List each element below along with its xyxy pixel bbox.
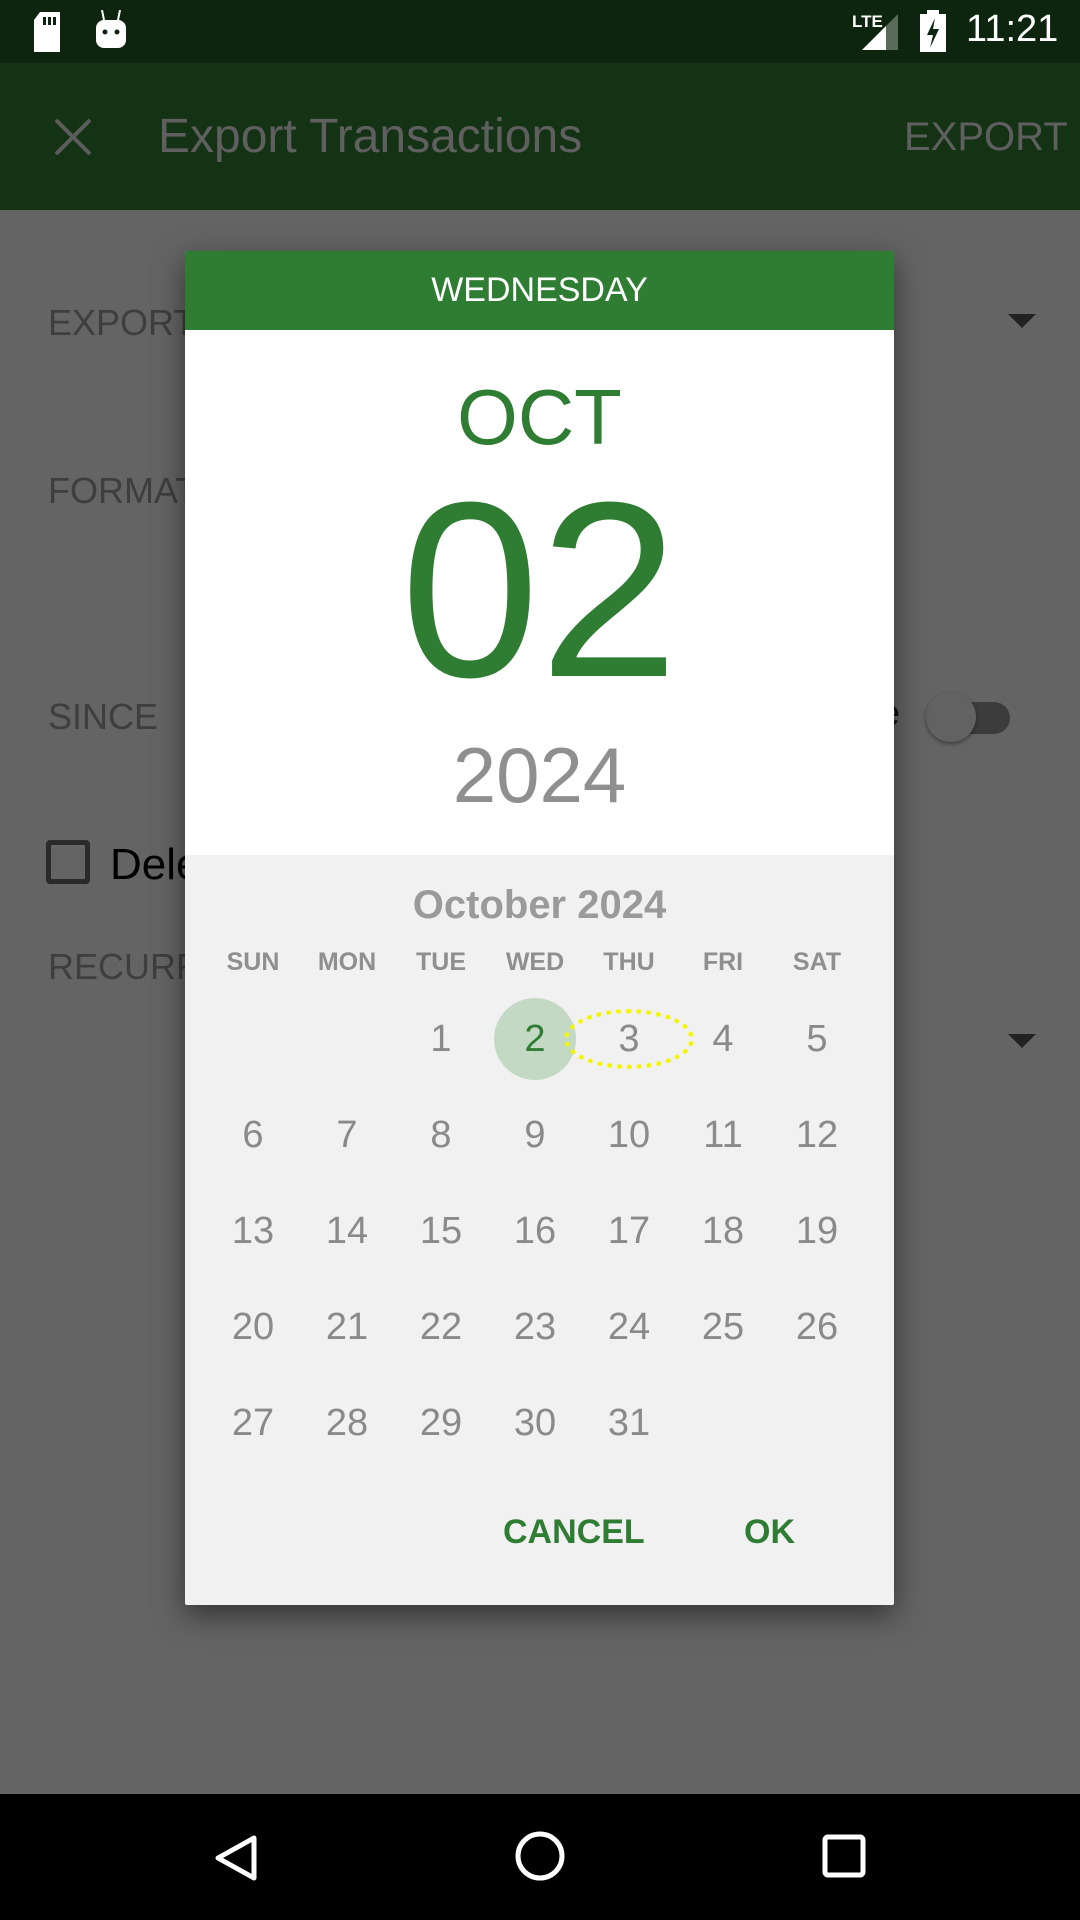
sd-card-icon	[34, 12, 60, 52]
dropdown-arrow-icon[interactable]	[1008, 1034, 1036, 1050]
calendar-day[interactable]: 24	[582, 1297, 676, 1357]
android-icon	[96, 10, 126, 48]
page-title: Export Transactions	[158, 110, 583, 163]
calendar-day[interactable]: 1	[394, 1009, 488, 1069]
selected-year[interactable]: 2024	[185, 730, 894, 821]
close-icon[interactable]	[54, 118, 92, 156]
calendar-day[interactable]: 22	[394, 1297, 488, 1357]
calendar-day[interactable]: 29	[394, 1393, 488, 1453]
export-button[interactable]: EXPORT	[904, 115, 1068, 160]
since-toggle-thumb[interactable]	[926, 692, 976, 742]
calendar-day[interactable]: 26	[770, 1297, 864, 1357]
calendar-day[interactable]: 7	[300, 1105, 394, 1165]
calendar-day[interactable]: 19	[770, 1201, 864, 1261]
home-icon[interactable]	[514, 1830, 566, 1882]
calendar-day[interactable]: 20	[206, 1297, 300, 1357]
weekday-label: SUN	[226, 948, 280, 976]
format-label: FORMAT	[48, 470, 198, 511]
calendar-day[interactable]: 31	[582, 1393, 676, 1453]
cancel-button[interactable]: CANCEL	[503, 1513, 645, 1552]
calendar-day[interactable]: 4	[676, 1009, 770, 1069]
calendar-day[interactable]: 17	[582, 1201, 676, 1261]
calendar-day[interactable]: 15	[394, 1201, 488, 1261]
weekday-label: FRI	[702, 948, 744, 976]
calendar-day[interactable]: 8	[394, 1105, 488, 1165]
delete-checkbox[interactable]	[46, 840, 90, 884]
selected-day[interactable]: 02	[185, 460, 894, 720]
date-picker-dialog: WEDNESDAY OCT 02 2024 October 2024 CANCE…	[185, 251, 894, 1605]
calendar-day[interactable]: 23	[488, 1297, 582, 1357]
calendar-day[interactable]: 25	[676, 1297, 770, 1357]
clock: 11:21	[966, 8, 1059, 50]
calendar-day[interactable]: 27	[206, 1393, 300, 1453]
toolbar: Export Transactions EXPORT	[0, 63, 1080, 210]
weekday-header: WEDNESDAY	[185, 251, 894, 330]
signal-icon	[862, 14, 898, 50]
weekday-label: SAT	[792, 948, 842, 976]
calendar-day[interactable]: 14	[300, 1201, 394, 1261]
calendar-day[interactable]: 21	[300, 1297, 394, 1357]
weekday-label: THU	[603, 948, 655, 976]
weekday-label: MON	[317, 948, 377, 976]
battery-charging-icon	[920, 10, 946, 52]
calendar-day[interactable]: 18	[676, 1201, 770, 1261]
calendar-day[interactable]: 10	[582, 1105, 676, 1165]
month-title: October 2024	[412, 883, 667, 927]
selected-date-panel: OCT 02 2024	[185, 330, 894, 855]
calendar-day[interactable]: 9	[488, 1105, 582, 1165]
calendar-day[interactable]: 28	[300, 1393, 394, 1453]
export-label: EXPORT	[48, 302, 196, 343]
calendar-day[interactable]: 12	[770, 1105, 864, 1165]
calendar-day[interactable]: 16	[488, 1201, 582, 1261]
dropdown-arrow-icon[interactable]	[1008, 314, 1036, 330]
since-label: SINCE	[48, 696, 159, 737]
weekday-label: TUE	[416, 948, 466, 976]
ok-button[interactable]: OK	[744, 1513, 795, 1552]
calendar-day[interactable]: 30	[488, 1393, 582, 1453]
calendar-day[interactable]: 5	[770, 1009, 864, 1069]
recents-icon[interactable]	[822, 1834, 866, 1878]
calendar-day[interactable]: 11	[676, 1105, 770, 1165]
back-icon[interactable]	[214, 1834, 258, 1882]
calendar-day[interactable]: 3	[582, 1009, 676, 1069]
navigation-bar	[0, 1794, 1080, 1920]
recurrence-label: RECURR	[48, 946, 203, 987]
calendar-day[interactable]: 13	[206, 1201, 300, 1261]
weekday-label: WED	[505, 948, 565, 976]
status-bar: LTE 11:21	[0, 0, 1080, 63]
calendar-day[interactable]: 6	[206, 1105, 300, 1165]
